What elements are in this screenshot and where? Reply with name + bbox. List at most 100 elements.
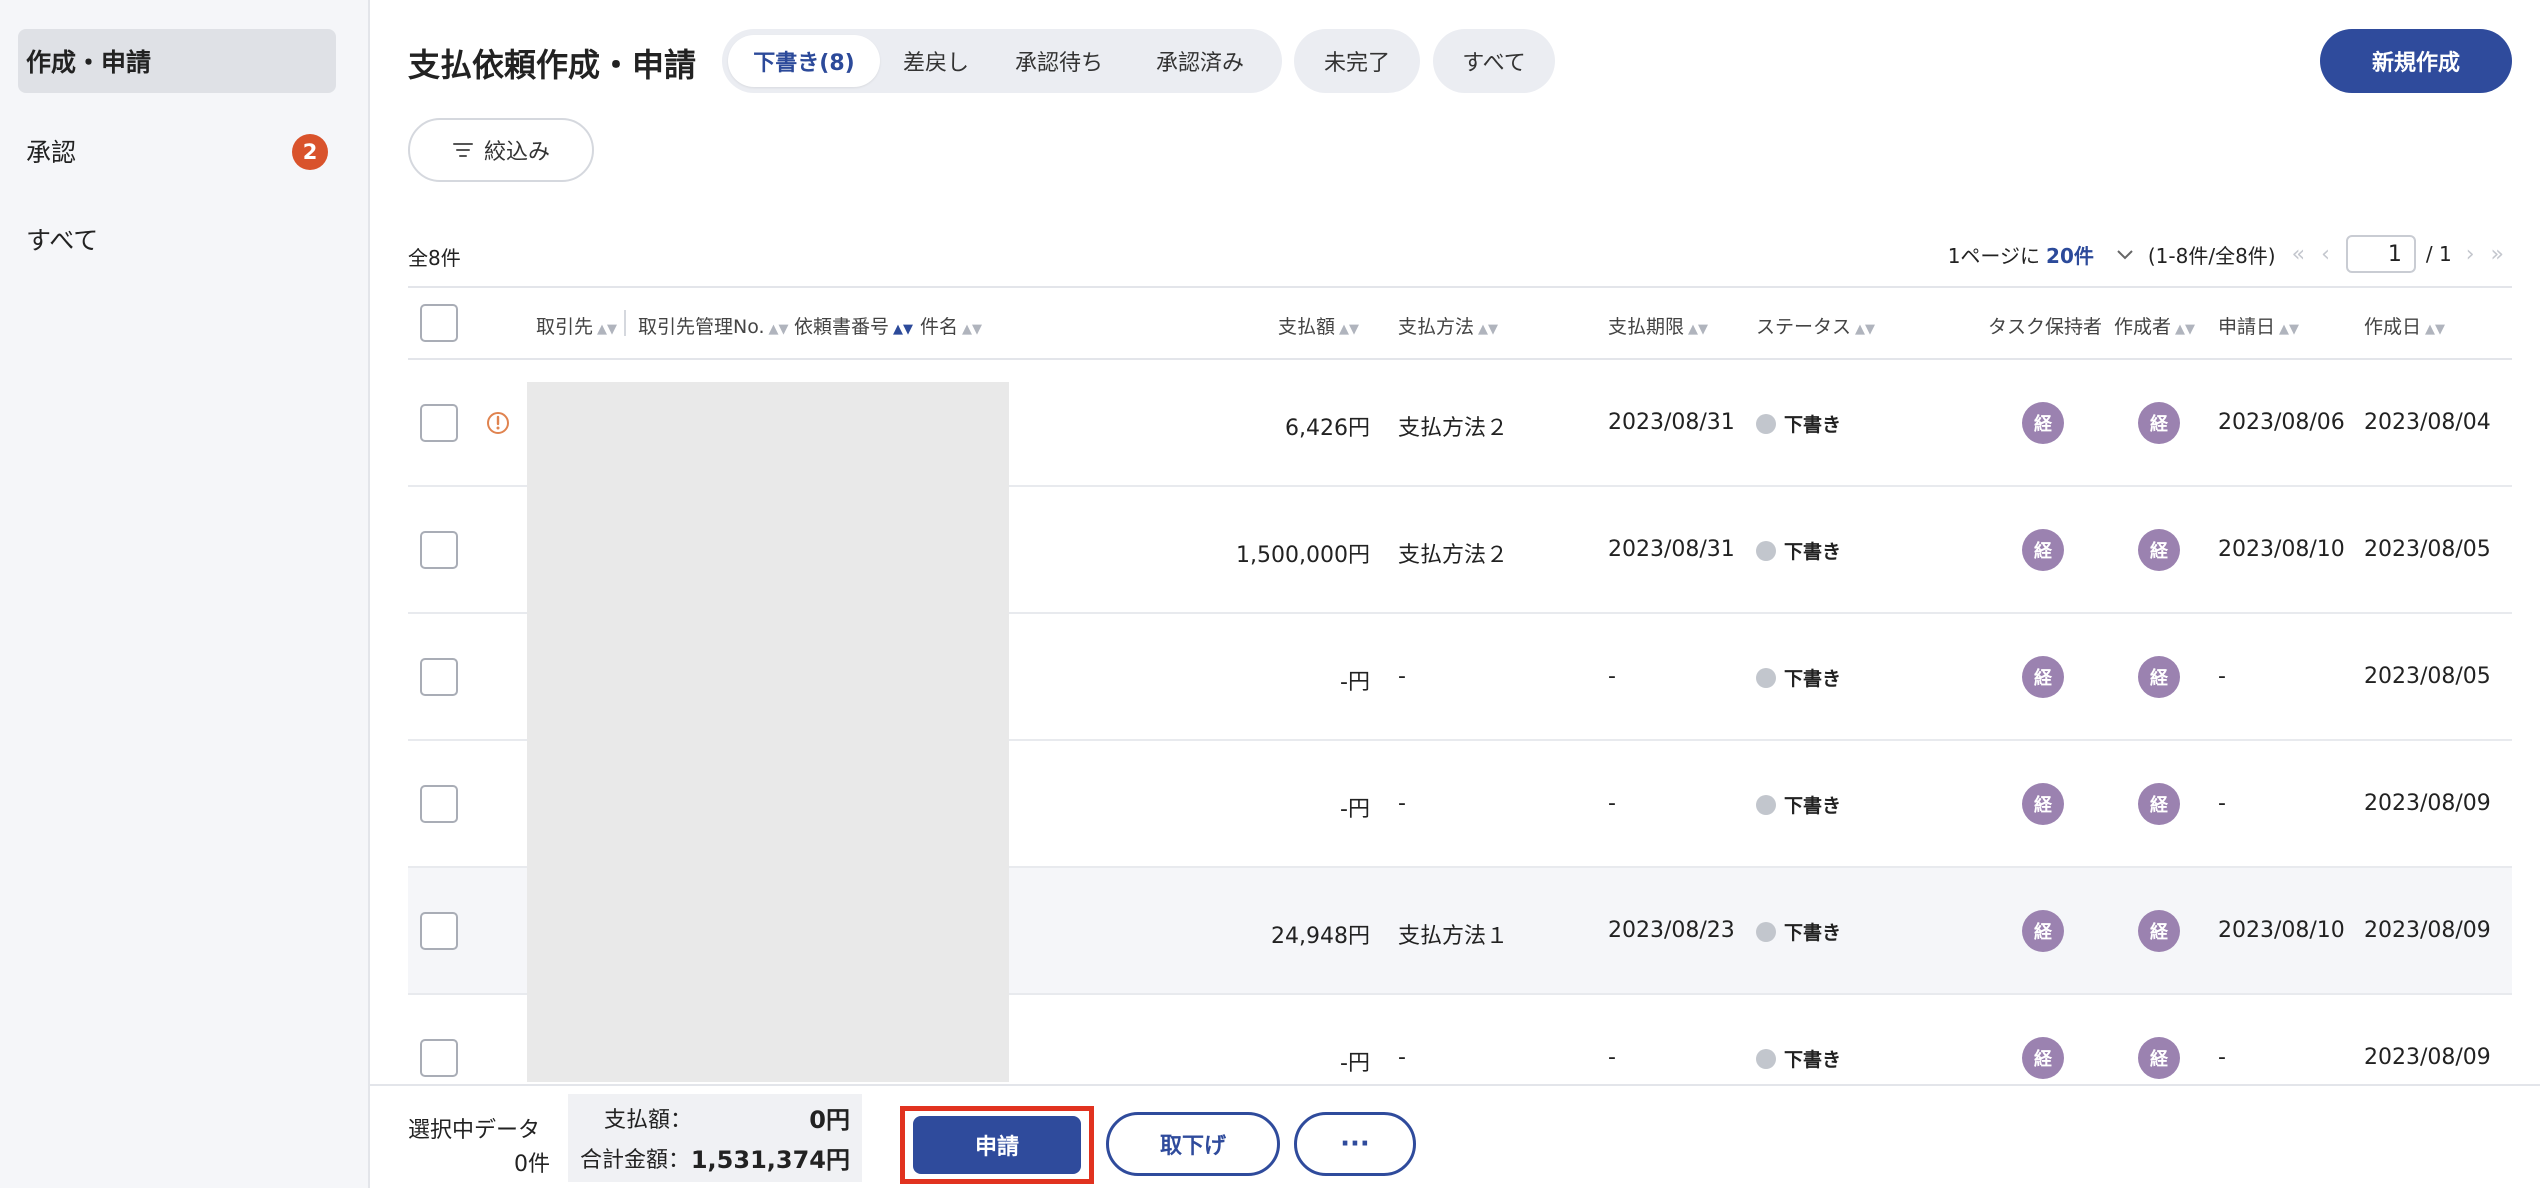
sidebar-item-label: すべて: [26, 226, 99, 255]
sort-icon: ▲▼: [1478, 322, 1499, 337]
sidebar-item-create-apply[interactable]: 作成・申請: [18, 29, 336, 93]
app-root: 作成・申請 承認 2 すべて 支払依頼作成・申請 下書き(8) 差戻し 承認待ち…: [0, 0, 2540, 1188]
selection-action-bar: 選択中データ 0件 支払額： 0円 合計金額： 1,531,374円 申請 取下…: [370, 1084, 2540, 1188]
due-date-cell: 2023/08/31: [1608, 537, 1735, 562]
column-header-amount[interactable]: 支払額 ▲▼: [1278, 312, 1359, 339]
page-title: 支払依頼作成・申請: [408, 46, 697, 84]
new-create-button[interactable]: 新規作成: [2320, 29, 2512, 93]
sort-icon: ▲▼: [2279, 322, 2300, 337]
column-label: 支払期限: [1608, 316, 1685, 338]
column-label: 作成日: [2364, 316, 2422, 338]
column-label: 作成者: [2114, 316, 2172, 338]
column-header-applied-date[interactable]: 申請日 ▲▼: [2218, 312, 2299, 339]
column-header-vendor-no[interactable]: 取引先管理No. ▲▼: [638, 312, 789, 339]
row-checkbox[interactable]: [420, 1039, 458, 1077]
applied-date-cell: 2023/08/06: [2218, 410, 2345, 435]
tab-draft[interactable]: 下書き(8): [728, 35, 880, 87]
amount-cell: 24,948円: [1271, 924, 1370, 949]
sort-icon: ▲▼: [2175, 322, 2196, 337]
column-header-status[interactable]: ステータス ▲▼: [1756, 312, 1875, 339]
sort-icon: ▲▼: [2425, 322, 2446, 337]
filter-icon: [452, 143, 473, 157]
next-page-icon[interactable]: ›: [2466, 242, 2475, 267]
tab-incomplete[interactable]: 未完了: [1294, 29, 1420, 93]
column-header-method[interactable]: 支払方法 ▲▼: [1398, 312, 1498, 339]
status-badge: 下書き: [1756, 410, 1841, 437]
tab-all[interactable]: すべて: [1433, 29, 1555, 93]
tab-pending-approval[interactable]: 承認待ち: [994, 35, 1124, 87]
page-range: (1-8件/全8件): [2147, 243, 2276, 268]
sidebar: 作成・申請 承認 2 すべて: [0, 0, 370, 1188]
column-label: 件名: [920, 316, 959, 338]
avatar: 経: [2138, 910, 2180, 952]
first-page-icon[interactable]: «: [2292, 242, 2305, 267]
column-label: タスク保持者: [1988, 316, 2103, 338]
column-header-due-date[interactable]: 支払期限 ▲▼: [1608, 312, 1708, 339]
row-checkbox[interactable]: [420, 785, 458, 823]
filter-button[interactable]: 絞込み: [408, 118, 594, 182]
method-cell: 支払方法１: [1398, 924, 1509, 949]
sidebar-item-label: 作成・申請: [26, 48, 152, 77]
row-checkbox[interactable]: [420, 912, 458, 950]
column-divider: [624, 310, 626, 336]
applied-date-cell: -: [2218, 664, 2226, 689]
sidebar-item-approval[interactable]: 承認 2: [18, 119, 336, 183]
column-header-request-no[interactable]: 依頼書番号 ▲▼: [794, 312, 913, 339]
avatar: 経: [2022, 1037, 2064, 1079]
chevron-down-icon[interactable]: [2116, 242, 2134, 266]
sidebar-item-all[interactable]: すべて: [18, 207, 336, 271]
status-dot-icon: [1756, 921, 1776, 942]
column-label: 取引先: [536, 316, 594, 338]
column-header-subject[interactable]: 件名 ▲▼: [920, 312, 982, 339]
status-badge: 下書き: [1756, 918, 1841, 945]
tab-approved[interactable]: 承認済み: [1130, 35, 1270, 87]
withdraw-button[interactable]: 取下げ: [1106, 1112, 1280, 1176]
last-page-icon[interactable]: »: [2491, 242, 2504, 267]
pagination: 1ページに 20件 (1-8件/全8件) « ‹ 1 / 1 › »: [1948, 234, 2512, 274]
created-date-cell: 2023/08/04: [2364, 410, 2491, 435]
row-checkbox[interactable]: [420, 658, 458, 696]
status-dot-icon: [1756, 667, 1776, 688]
status-label: 下書き: [1784, 1049, 1842, 1071]
sort-icon: ▲▼: [1339, 322, 1360, 337]
sort-icon: ▲▼: [1855, 322, 1876, 337]
column-header-task-holder: タスク保持者: [1988, 312, 2102, 339]
method-cell: -: [1398, 791, 1406, 816]
applied-date-cell: 2023/08/10: [2218, 918, 2345, 943]
avatar: 経: [2022, 910, 2064, 952]
status-label: 下書き: [1784, 541, 1842, 563]
selected-count: 0件: [514, 1152, 550, 1177]
applied-date-cell: -: [2218, 791, 2226, 816]
column-header-created-date[interactable]: 作成日 ▲▼: [2364, 312, 2445, 339]
amount-value: 0円: [809, 1106, 850, 1134]
status-dot-icon: [1756, 540, 1776, 561]
select-all-checkbox[interactable]: [420, 304, 458, 342]
column-header-creator[interactable]: 作成者 ▲▼: [2114, 312, 2195, 339]
applied-date-cell: 2023/08/10: [2218, 537, 2345, 562]
due-date-cell: -: [1608, 791, 1616, 816]
column-header-vendor[interactable]: 取引先 ▲▼: [536, 312, 617, 339]
column-label: 支払額: [1278, 316, 1336, 338]
sidebar-item-label: 承認: [26, 138, 77, 167]
apply-button[interactable]: 申請: [913, 1116, 1081, 1174]
avatar: 経: [2138, 783, 2180, 825]
amount-cell: -円: [1340, 1051, 1370, 1076]
page-number-input[interactable]: 1: [2345, 235, 2416, 273]
total-amount-value: 1,531,374円: [690, 1146, 850, 1174]
status-badge: 下書き: [1756, 1045, 1841, 1072]
column-label: ステータス: [1756, 316, 1852, 338]
created-date-cell: 2023/08/09: [2364, 791, 2491, 816]
filter-label: 絞込み: [483, 140, 550, 165]
applied-date-cell: -: [2218, 1045, 2226, 1070]
tab-returned[interactable]: 差戻し: [884, 35, 988, 87]
prev-page-icon[interactable]: ‹: [2321, 242, 2330, 267]
per-page-select[interactable]: 20件: [2046, 240, 2094, 269]
amount-cell: -円: [1340, 797, 1370, 822]
row-checkbox[interactable]: [420, 531, 458, 569]
amount-cell: 1,500,000円: [1236, 543, 1370, 568]
status-label: 下書き: [1784, 922, 1842, 944]
more-options-button[interactable]: ···: [1294, 1112, 1416, 1176]
row-checkbox[interactable]: [420, 404, 458, 442]
method-cell: -: [1398, 1045, 1406, 1070]
avatar: 経: [2022, 656, 2064, 698]
